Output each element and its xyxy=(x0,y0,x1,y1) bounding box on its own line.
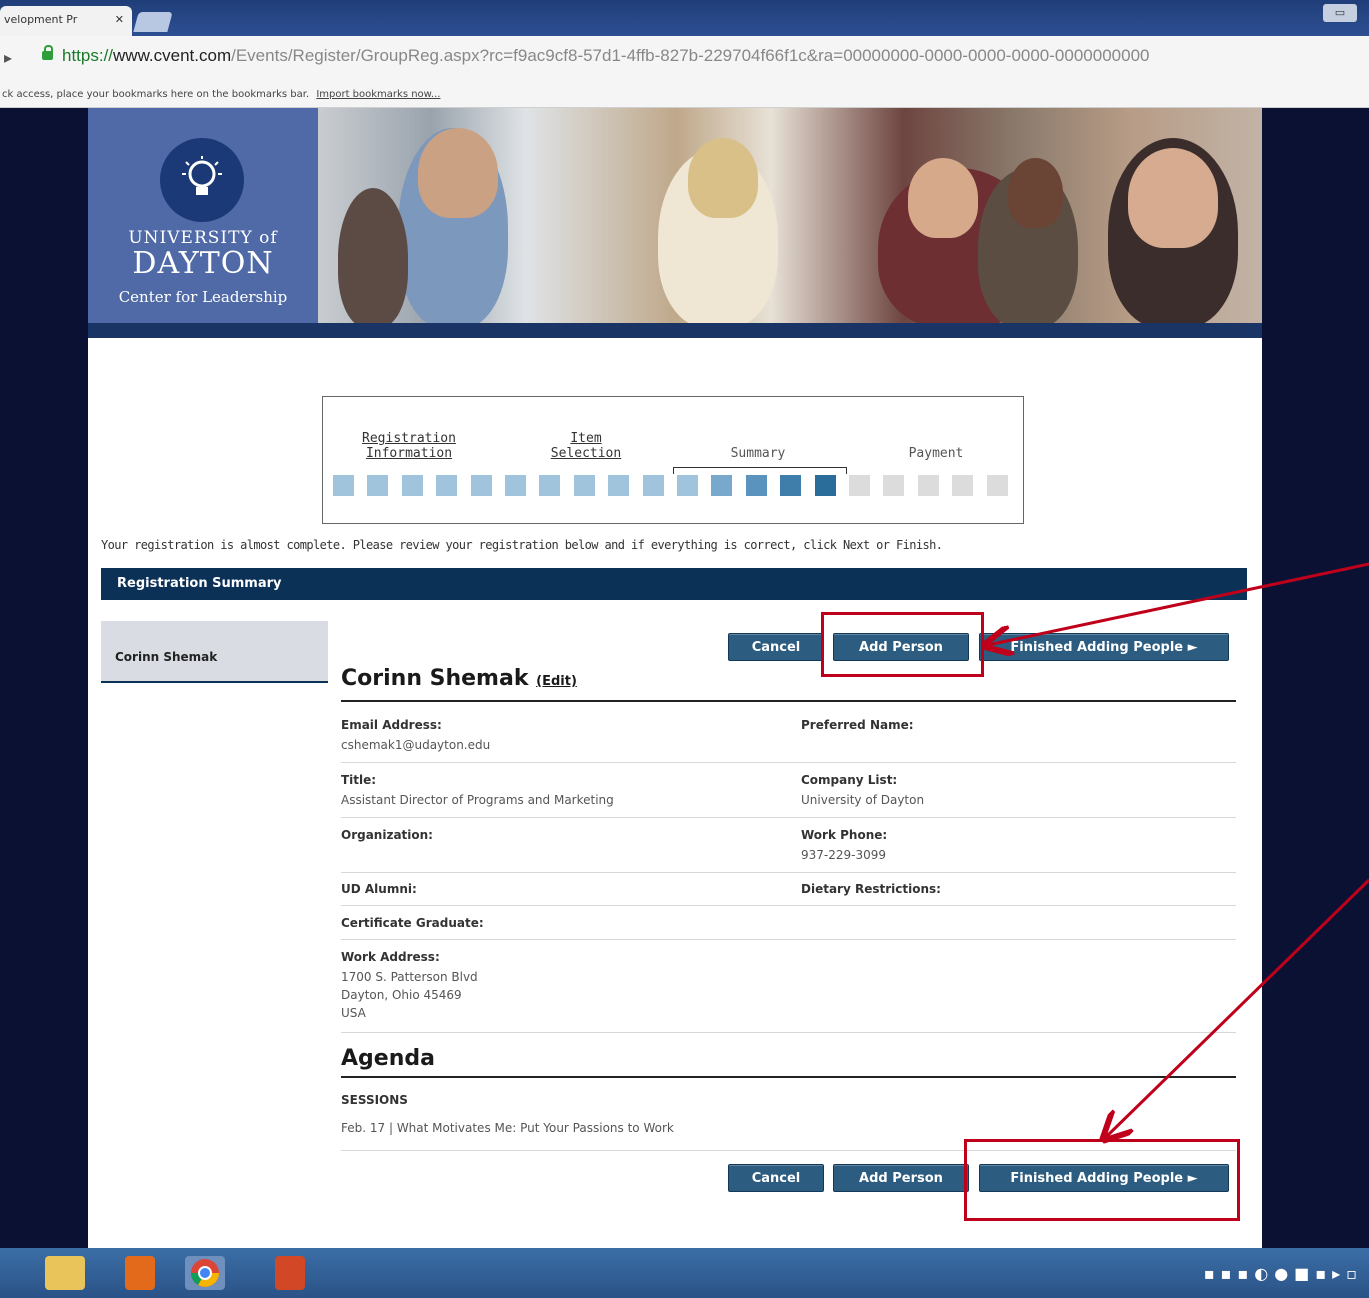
progress-square xyxy=(608,475,630,496)
progress-square xyxy=(573,475,595,496)
header-photo xyxy=(318,108,1262,323)
step-registration-information[interactable]: Registration Information xyxy=(359,431,459,461)
ud-alumni-label: UD Alumni: xyxy=(341,882,417,896)
organization-label: Organization: xyxy=(341,828,433,842)
dietary-restrictions-label: Dietary Restrictions: xyxy=(801,882,941,896)
cancel-button-top[interactable]: Cancel xyxy=(728,633,824,661)
progress-square xyxy=(505,475,526,496)
progress-square xyxy=(849,475,870,496)
progress-square xyxy=(986,475,1008,496)
windows-taskbar: ▪▪▪◐●■▪▸▫ xyxy=(0,1248,1369,1298)
progress-square xyxy=(401,475,423,496)
progress-square xyxy=(711,475,733,496)
sessions-label: SESSIONS xyxy=(341,1093,408,1107)
email-value: cshemak1@udayton.edu xyxy=(341,738,491,752)
import-bookmarks-link[interactable]: Import bookmarks now... xyxy=(316,89,440,100)
powerpoint-icon[interactable] xyxy=(275,1256,305,1290)
progress-square xyxy=(677,475,698,496)
browser-tab-bar: velopment Pr ✕ ▭ xyxy=(0,0,1369,36)
step-summary: Summary xyxy=(730,446,786,461)
email-label: Email Address: xyxy=(341,718,442,732)
row-divider xyxy=(341,939,1236,940)
company-list-value: University of Dayton xyxy=(801,793,925,807)
intro-text: Your registration is almost complete. Pl… xyxy=(101,538,943,552)
lock-icon[interactable] xyxy=(42,45,53,60)
progress-square xyxy=(883,475,905,496)
add-person-button-bottom[interactable]: Add Person xyxy=(833,1164,969,1192)
work-address-line1: 1700 S. Patterson Blvd xyxy=(341,970,478,984)
logo-center-text: Center for Leadership xyxy=(118,288,288,306)
chrome-icon[interactable] xyxy=(185,1256,225,1290)
work-phone-label: Work Phone: xyxy=(801,828,888,842)
progress-square xyxy=(745,475,767,496)
row-divider xyxy=(341,872,1236,873)
file-explorer-icon[interactable] xyxy=(45,1256,85,1290)
registration-summary-header: Registration Summary xyxy=(101,568,1247,600)
session-item: Feb. 17 | What Motivates Me: Put Your Pa… xyxy=(341,1121,674,1135)
system-tray-icons[interactable]: ▪▪▪◐●■▪▸▫ xyxy=(1204,1264,1363,1283)
progress-square xyxy=(814,475,836,496)
logo-university-text: UNIVERSITY of xyxy=(128,228,278,248)
new-tab-button[interactable] xyxy=(133,12,173,32)
row-divider xyxy=(341,762,1236,763)
close-tab-icon[interactable]: ✕ xyxy=(115,6,124,34)
agenda-heading: Agenda xyxy=(341,1046,435,1071)
edit-link[interactable]: (Edit) xyxy=(536,674,577,689)
step-payment: Payment xyxy=(908,446,964,461)
page-content: UNIVERSITY of DAYTON Center for Leadersh… xyxy=(88,108,1262,1248)
step-item-selection[interactable]: Item Selection xyxy=(541,431,631,461)
sidebar-person[interactable]: Corinn Shemak xyxy=(101,621,328,683)
title-value: Assistant Director of Programs and Marke… xyxy=(341,793,614,807)
page-info-icon[interactable]: ▸ xyxy=(4,48,12,67)
lightbulb-icon xyxy=(160,138,244,222)
finished-adding-people-button-top[interactable]: Finished Adding People ► xyxy=(979,633,1229,661)
site-header: UNIVERSITY of DAYTON Center for Leadersh… xyxy=(88,108,1262,338)
registration-progress: Registration Information Item Selection Su… xyxy=(322,396,1024,524)
progress-square xyxy=(539,475,561,496)
header-bottom-bar xyxy=(88,323,1262,338)
cancel-button-bottom[interactable]: Cancel xyxy=(728,1164,824,1192)
work-address-line2: Dayton, Ohio 45469 xyxy=(341,988,462,1002)
current-step-bracket xyxy=(673,467,847,474)
bookmarks-bar: ck access, place your bookmarks here on … xyxy=(0,82,1369,108)
address-bar[interactable]: ▸ https://www.cvent.com/Events/Register/… xyxy=(0,36,1369,83)
logo-dayton-text: DAYTON xyxy=(132,246,274,281)
progress-square xyxy=(436,475,458,496)
title-label: Title: xyxy=(341,773,377,787)
person-name-heading: Corinn Shemak (Edit) xyxy=(341,666,577,691)
progress-square xyxy=(952,475,974,496)
preferred-name-label: Preferred Name: xyxy=(801,718,914,732)
url-text[interactable]: https://www.cvent.com/Events/Register/Gr… xyxy=(62,46,1149,66)
progress-square xyxy=(367,475,389,496)
browser-tab[interactable]: velopment Pr ✕ xyxy=(0,6,132,36)
progress-square xyxy=(780,475,802,496)
progress-square xyxy=(470,475,492,496)
row-divider xyxy=(341,817,1236,818)
tab-title: velopment Pr xyxy=(4,13,78,26)
annotation-box-add-person xyxy=(821,612,984,677)
agenda-divider xyxy=(341,1076,1236,1078)
progress-square xyxy=(642,475,664,496)
progress-square xyxy=(333,475,354,496)
media-player-icon[interactable] xyxy=(125,1256,155,1290)
bookmarks-hint: ck access, place your bookmarks here on … xyxy=(2,89,310,100)
row-divider xyxy=(341,1032,1236,1033)
work-address-line3: USA xyxy=(341,1006,366,1020)
window-restore-button[interactable]: ▭ xyxy=(1323,4,1357,22)
row-divider xyxy=(341,905,1236,906)
progress-square xyxy=(917,475,939,496)
certificate-graduate-label: Certificate Graduate: xyxy=(341,916,484,930)
work-address-label: Work Address: xyxy=(341,950,440,964)
annotation-box-finished xyxy=(964,1139,1240,1221)
name-divider xyxy=(341,700,1236,702)
university-logo[interactable]: UNIVERSITY of DAYTON Center for Leadersh… xyxy=(88,108,318,323)
company-list-label: Company List: xyxy=(801,773,898,787)
work-phone-value: 937-229-3099 xyxy=(801,848,887,862)
